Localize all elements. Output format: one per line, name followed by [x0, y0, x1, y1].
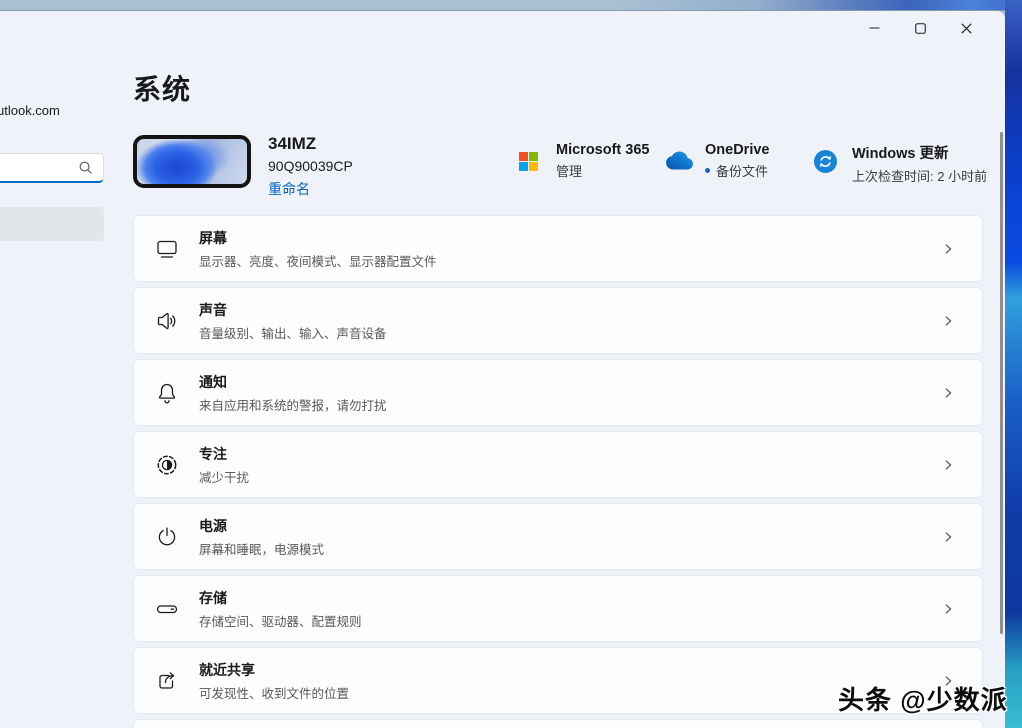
focus-icon: [153, 453, 180, 477]
scrollbar-thumb[interactable]: [1000, 132, 1003, 634]
status-dot: [705, 168, 710, 173]
device-name: 34IMZ: [268, 134, 353, 154]
account-email: utlook.com: [0, 103, 60, 118]
row-title: 就近共享: [199, 660, 941, 680]
row-notifications[interactable]: 通知 来自应用和系统的警报，请勿打扰: [133, 359, 983, 426]
onedrive-title: OneDrive: [705, 142, 769, 158]
microsoft-365-title: Microsoft 365: [556, 142, 649, 158]
row-title: 通知: [199, 372, 941, 392]
row-title: 专注: [199, 444, 941, 464]
microsoft-365-block[interactable]: Microsoft 365 管理: [519, 142, 649, 180]
desktop-wallpaper-right: [1005, 0, 1022, 728]
chevron-right-icon: [941, 458, 955, 472]
display-icon: [153, 237, 180, 261]
storage-drive-icon: [153, 597, 180, 621]
row-subtitle: 显示器、亮度、夜间模式、显示器配置文件: [199, 251, 941, 270]
desktop-wallpaper-top: [0, 0, 1022, 11]
onedrive-cloud-icon: [666, 151, 693, 175]
sidebar-item-selected[interactable]: [0, 207, 104, 241]
chevron-right-icon: [941, 242, 955, 256]
row-title: 电源: [199, 516, 941, 536]
settings-window: utlook.com 系统 34IMZ 90Q90039CP 重命名 Micro…: [0, 11, 1005, 728]
search-icon: [78, 160, 93, 175]
row-subtitle: 可发现性、收到文件的位置: [199, 683, 941, 702]
rename-link[interactable]: 重命名: [268, 179, 353, 199]
device-info: 34IMZ 90Q90039CP 重命名: [268, 134, 353, 199]
row-subtitle: 来自应用和系统的警报，请勿打扰: [199, 395, 941, 414]
power-icon: [153, 525, 180, 549]
settings-list: 屏幕 显示器、亮度、夜间模式、显示器配置文件 声音 音量级别、输出、输入、声音设…: [133, 215, 983, 728]
row-storage[interactable]: 存储 存储空间、驱动器、配置规则: [133, 575, 983, 642]
windows-update-block[interactable]: Windows 更新 上次检查时间: 2 小时前: [814, 142, 987, 185]
row-title: 声音: [199, 300, 941, 320]
share-icon: [153, 669, 180, 693]
row-subtitle: 减少干扰: [199, 467, 941, 486]
row-focus[interactable]: 专注 减少干扰: [133, 431, 983, 498]
maximize-button[interactable]: [897, 13, 943, 43]
window-controls: [851, 13, 989, 43]
row-sound[interactable]: 声音 音量级别、输出、输入、声音设备: [133, 287, 983, 354]
row-subtitle: 音量级别、输出、输入、声音设备: [199, 323, 941, 342]
chevron-right-icon: [941, 386, 955, 400]
onedrive-subtitle: 备份文件: [705, 161, 769, 180]
row-title: 屏幕: [199, 228, 941, 248]
microsoft-365-icon: [519, 152, 538, 171]
minimize-button[interactable]: [851, 13, 897, 43]
search-input[interactable]: [0, 153, 104, 183]
device-thumbnail: [133, 135, 251, 188]
row-power[interactable]: 电源 屏幕和睡眠，电源模式: [133, 503, 983, 570]
windows-update-icon: [814, 150, 837, 178]
speaker-icon: [153, 309, 180, 333]
watermark: 头条 @少数派: [838, 680, 1008, 717]
row-display[interactable]: 屏幕 显示器、亮度、夜间模式、显示器配置文件: [133, 215, 983, 282]
row-subtitle: 存储空间、驱动器、配置规则: [199, 611, 941, 630]
bell-icon: [153, 381, 180, 405]
windows-update-title: Windows 更新: [852, 142, 987, 163]
device-model: 90Q90039CP: [268, 158, 353, 174]
chevron-right-icon: [941, 602, 955, 616]
row-partial[interactable]: [133, 719, 983, 728]
page-title: 系统: [133, 68, 191, 108]
chevron-right-icon: [941, 530, 955, 544]
windows-update-subtitle: 上次检查时间: 2 小时前: [852, 166, 987, 185]
onedrive-block[interactable]: OneDrive 备份文件: [666, 142, 769, 180]
row-subtitle: 屏幕和睡眠，电源模式: [199, 539, 941, 558]
row-title: 存储: [199, 588, 941, 608]
close-button[interactable]: [943, 13, 989, 43]
chevron-right-icon: [941, 314, 955, 328]
microsoft-365-subtitle: 管理: [556, 161, 649, 180]
